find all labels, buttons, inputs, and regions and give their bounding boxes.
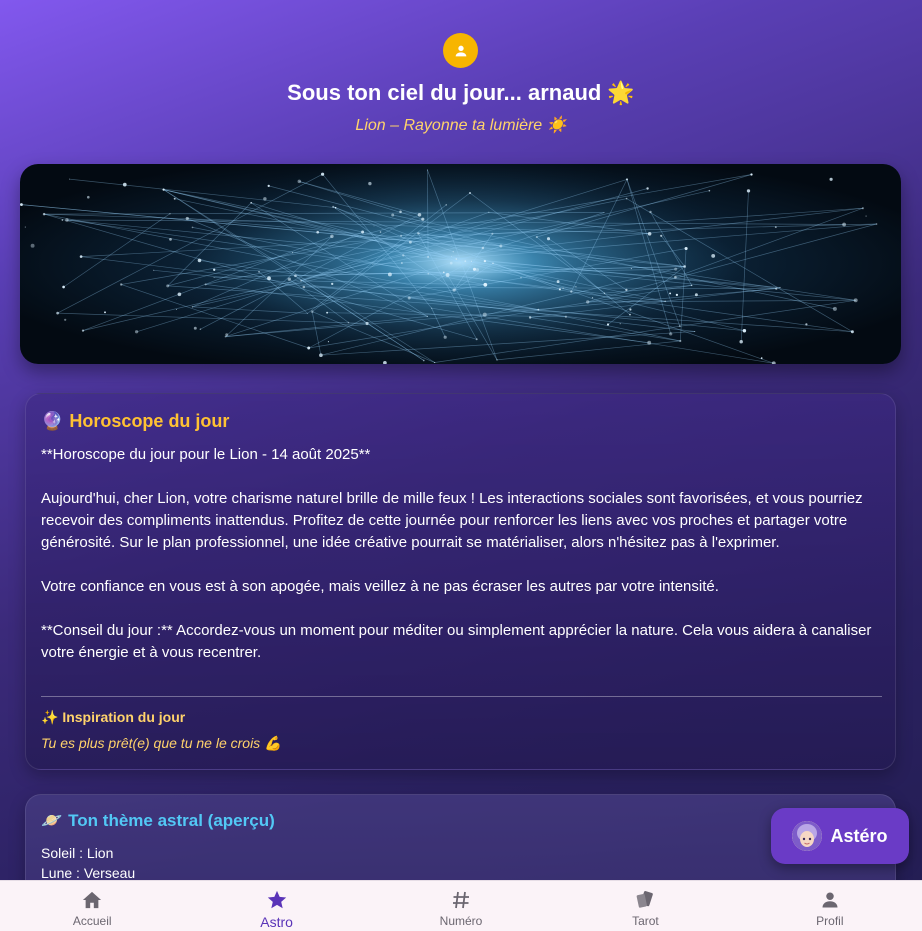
cards-icon xyxy=(634,889,656,911)
horoscope-card: 🔮 Horoscope du jour **Horoscope du jour … xyxy=(25,393,896,770)
person-icon xyxy=(455,45,466,56)
constellation-banner xyxy=(20,164,901,364)
page-title: Sous ton ciel du jour... arnaud 🌟 xyxy=(287,80,635,105)
nav-label: Astro xyxy=(260,914,293,930)
bottom-nav: Accueil Astro Numéro Tarot Profil xyxy=(0,880,922,931)
nav-item-numero[interactable]: Numéro xyxy=(369,881,553,931)
inspiration-text: Tu es plus prêt(e) que tu ne le crois 💪 xyxy=(41,735,282,751)
nav-label: Numéro xyxy=(439,914,483,928)
starfield-image xyxy=(20,164,878,364)
header: Sous ton ciel du jour... arnaud 🌟 Lion –… xyxy=(0,0,922,150)
astral-soleil: Soleil : Lion xyxy=(41,845,114,861)
divider xyxy=(41,696,882,697)
astral-title: 🪐 Ton thème astral (aperçu) xyxy=(41,811,275,831)
nav-item-accueil[interactable]: Accueil xyxy=(0,881,184,931)
page-subtitle: Lion – Rayonne ta lumière ☀️ xyxy=(355,117,567,134)
inspiration-title: ✨ Inspiration du jour xyxy=(41,709,186,725)
star-icon xyxy=(266,889,288,911)
nav-label: Tarot xyxy=(632,914,659,928)
astral-lune: Lune : Verseau xyxy=(41,865,136,881)
astero-label: Astéro xyxy=(830,825,888,846)
person-icon xyxy=(820,889,840,911)
astero-chat-button[interactable]: Astéro xyxy=(771,808,909,864)
astero-avatar-icon xyxy=(792,821,823,851)
crystal-ball-icon: 🔮 xyxy=(41,411,64,432)
horoscope-text: **Horoscope du jour pour le Lion - 14 ao… xyxy=(41,446,872,661)
nav-item-profil[interactable]: Profil xyxy=(738,881,922,931)
nav-item-tarot[interactable]: Tarot xyxy=(553,881,737,931)
home-icon xyxy=(81,889,103,911)
planet-icon: 🪐 xyxy=(41,811,63,831)
horoscope-title: 🔮 Horoscope du jour xyxy=(41,411,229,432)
hash-icon xyxy=(451,889,471,911)
horoscope-title-label: Horoscope du jour xyxy=(69,411,230,431)
nav-item-astro[interactable]: Astro xyxy=(184,881,368,931)
astral-title-label: Ton thème astral (aperçu) xyxy=(68,811,275,830)
nav-label: Profil xyxy=(816,914,844,928)
nav-label: Accueil xyxy=(72,914,112,928)
avatar[interactable] xyxy=(443,33,478,68)
